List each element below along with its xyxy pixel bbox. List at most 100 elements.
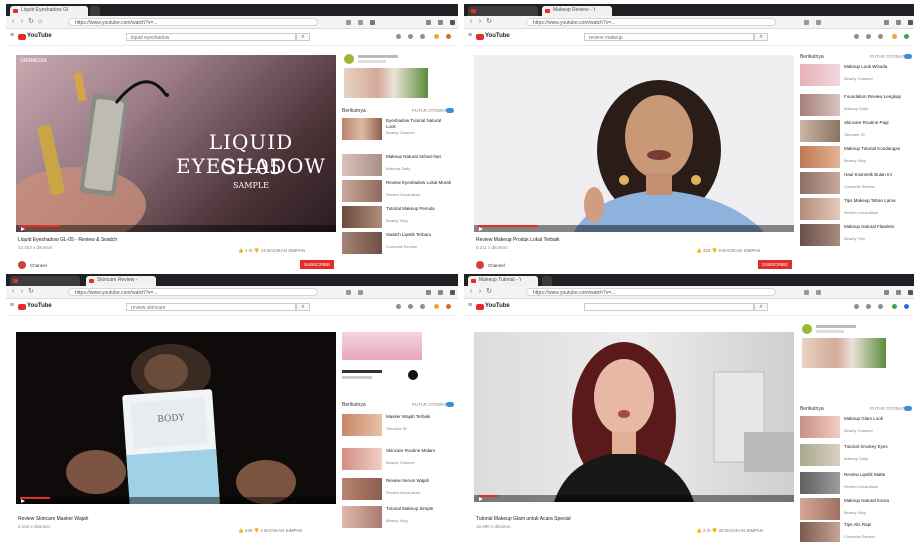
extension-icon[interactable]: [358, 290, 363, 295]
youtube-logo[interactable]: YouTube: [476, 33, 510, 40]
play-icon[interactable]: [479, 227, 483, 231]
upload-icon[interactable]: [396, 34, 401, 39]
browser-tab[interactable]: Skincare Review - YouTube: [86, 276, 156, 286]
ad-card[interactable]: [342, 52, 454, 100]
apps-icon[interactable]: [408, 34, 413, 39]
upload-icon[interactable]: [854, 304, 859, 309]
video-player[interactable]: BODY: [16, 332, 336, 504]
extension-icon[interactable]: [804, 20, 809, 25]
hamburger-menu-icon[interactable]: ≡: [9, 32, 15, 39]
menu-icon[interactable]: [450, 20, 455, 25]
video-thumbnail[interactable]: [800, 120, 840, 142]
video-thumbnail[interactable]: [800, 224, 840, 246]
sidebar-video[interactable]: Haul Kosmetik Bulan Ini Cosmetic Review: [800, 172, 912, 196]
extension-icon[interactable]: [358, 20, 363, 25]
back-icon[interactable]: ‹: [468, 288, 474, 295]
address-bar[interactable]: https://www.youtube.com/watch?v=...: [526, 288, 776, 296]
reload-icon[interactable]: ↻: [28, 288, 34, 295]
player-controls[interactable]: [16, 225, 336, 232]
forward-icon[interactable]: ›: [477, 18, 483, 25]
sidebar-video[interactable]: Review Lipstik Matte Review Kecantikan: [800, 472, 912, 496]
video-player[interactable]: LIQUID EYESHADOW GL-05 SAMPLE GRAMEDIA: [16, 55, 336, 232]
progress-bar[interactable]: [20, 225, 60, 227]
address-bar[interactable]: https://www.youtube.com/watch?v=...: [68, 288, 318, 296]
forward-icon[interactable]: ›: [19, 18, 25, 25]
video-thumbnail[interactable]: [800, 522, 840, 542]
subscribe-button[interactable]: SUBSCRIBE: [300, 260, 334, 269]
video-thumbnail[interactable]: [800, 444, 840, 466]
browser-tab[interactable]: Makeup Tutorial - YouTube: [468, 276, 538, 286]
search-input[interactable]: liquid eyeshadow: [126, 33, 296, 41]
sidebar-video[interactable]: Review Eyeshadow Lokal Murah Review Kecan…: [342, 180, 454, 204]
video-player[interactable]: [474, 55, 794, 232]
sidebar-video[interactable]: Swatch Lipstik Terbaru Cosmetic Review: [342, 232, 454, 256]
notifications-icon[interactable]: [878, 34, 883, 39]
sidebar-video[interactable]: Skincare Routine Malam Beauty Channel: [342, 448, 454, 472]
notifications-icon[interactable]: [878, 304, 883, 309]
avatar[interactable]: [904, 304, 909, 309]
upload-icon[interactable]: [396, 304, 401, 309]
reload-icon[interactable]: ↻: [486, 18, 492, 25]
ad-card[interactable]: [800, 322, 912, 370]
extension-icon[interactable]: [346, 290, 351, 295]
sidebar-video[interactable]: Tips Alis Rapi Cosmetic Review: [800, 522, 912, 542]
new-tab-button[interactable]: [542, 276, 552, 286]
search-input[interactable]: review skincare: [126, 303, 296, 311]
sidebar-video[interactable]: Tutorial Makeup Simple Beauty Vlog: [342, 506, 454, 530]
menu-icon[interactable]: [884, 290, 889, 295]
channel-avatar[interactable]: [18, 261, 26, 269]
play-icon[interactable]: [21, 227, 25, 231]
forward-icon[interactable]: ›: [19, 288, 25, 295]
video-thumbnail[interactable]: [342, 154, 382, 176]
search-button[interactable]: ⌕: [296, 33, 310, 41]
sidebar-video[interactable]: Tutorial Smokey Eyes Makeup Daily: [800, 444, 912, 468]
search-input[interactable]: review makeup: [584, 33, 754, 41]
ad-image[interactable]: [344, 68, 428, 98]
menu-icon[interactable]: [450, 290, 455, 295]
avatar[interactable]: [434, 304, 439, 309]
video-thumbnail[interactable]: [342, 180, 382, 202]
video-thumbnail[interactable]: [800, 172, 840, 194]
upload-icon[interactable]: [854, 34, 859, 39]
back-icon[interactable]: ‹: [10, 18, 16, 25]
play-icon[interactable]: [21, 499, 25, 503]
avatar[interactable]: [446, 304, 451, 309]
channel-name[interactable]: Channel: [488, 263, 505, 268]
youtube-logo[interactable]: YouTube: [18, 33, 52, 40]
sidebar-video[interactable]: Makeup Tutorial Kondangan Beauty Vlog: [800, 146, 912, 170]
video-thumbnail[interactable]: [342, 206, 382, 228]
subscribe-button[interactable]: SUBSCRIBE: [758, 260, 792, 269]
search-input[interactable]: [584, 303, 754, 311]
video-thumbnail[interactable]: [800, 64, 840, 86]
autoplay-toggle[interactable]: [904, 406, 912, 411]
new-tab-button[interactable]: [90, 6, 100, 16]
address-bar[interactable]: https://www.youtube.com/watch?v=...: [526, 18, 776, 26]
youtube-logo[interactable]: YouTube: [18, 303, 52, 310]
menu-icon[interactable]: [896, 290, 901, 295]
menu-icon[interactable]: [908, 20, 913, 25]
browser-tab[interactable]: Liquid Eyeshadow GL-05 - YouTube: [10, 6, 88, 16]
youtube-logo[interactable]: YouTube: [476, 303, 510, 310]
video-thumbnail[interactable]: [800, 198, 840, 220]
sidebar-video[interactable]: Makeup Glam Look Beauty Channel: [800, 416, 912, 440]
sidebar-video[interactable]: Makeup Natural Flawless Beauty Tips: [800, 224, 912, 248]
video-thumbnail[interactable]: [800, 146, 840, 168]
back-icon[interactable]: ‹: [468, 18, 474, 25]
video-thumbnail[interactable]: [342, 478, 382, 500]
sidebar-video[interactable]: Review Serum Wajah Review Kecantikan: [342, 478, 454, 502]
autoplay-toggle[interactable]: [446, 108, 454, 113]
ad-card[interactable]: [342, 322, 454, 370]
reload-icon[interactable]: ↻: [28, 18, 34, 25]
sidebar-video[interactable]: Tips Makeup Tahan Lama Review Kecantikan: [800, 198, 912, 222]
video-player[interactable]: [474, 332, 794, 502]
play-icon[interactable]: [479, 497, 483, 501]
ad-image[interactable]: [342, 332, 422, 360]
video-actions[interactable]: 👍 2 rb 👎 20 BAGIKAN SIMPAN: [696, 528, 763, 534]
back-icon[interactable]: ‹: [10, 288, 16, 295]
menu-icon[interactable]: [426, 290, 431, 295]
menu-icon[interactable]: [438, 20, 443, 25]
video-actions[interactable]: 👍 1 rb 👎 12 BAGIKAN SIMPAN: [238, 248, 305, 254]
ad-info[interactable]: [342, 366, 454, 388]
apps-icon[interactable]: [866, 34, 871, 39]
notifications-icon[interactable]: [420, 304, 425, 309]
